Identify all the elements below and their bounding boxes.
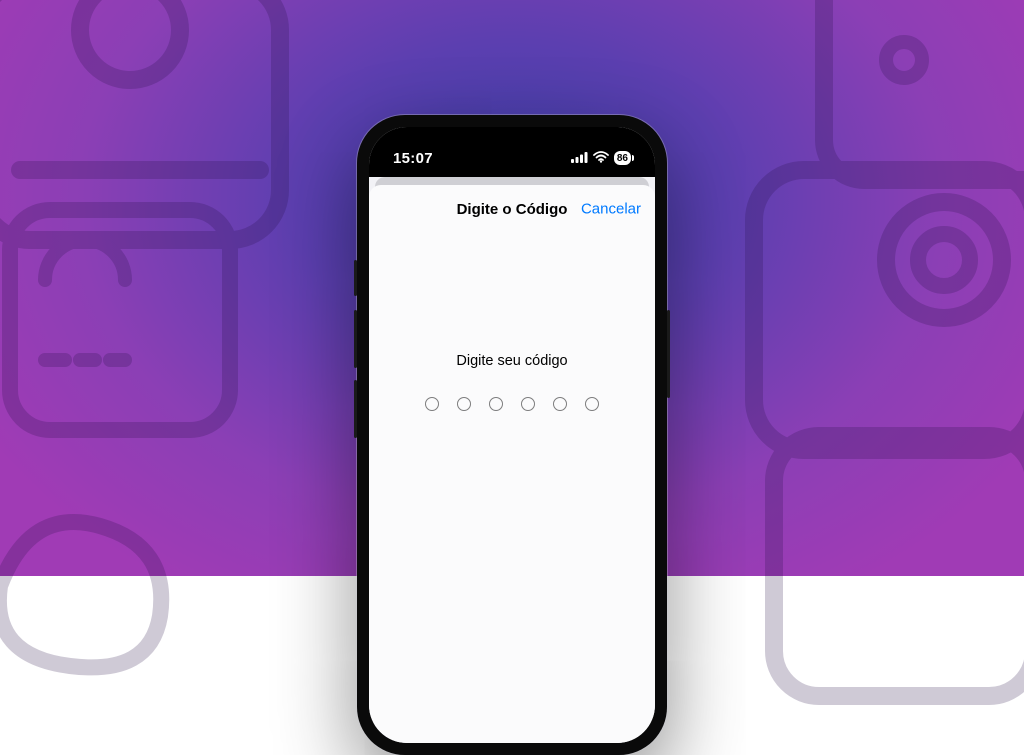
modal-title: Digite o Código — [457, 201, 568, 218]
phone-screen: 15:07 86 Digite o Código Cancelar Dig — [369, 127, 655, 743]
passcode-dot — [425, 397, 439, 411]
phone-volume-up-button — [354, 310, 357, 368]
modal-header: Digite o Código Cancelar — [369, 185, 655, 233]
phone-volume-down-button — [354, 380, 357, 438]
phone-mute-switch — [354, 260, 357, 296]
decorative-corner-icon — [804, 0, 1024, 200]
passcode-dot — [457, 397, 471, 411]
passcode-dot — [521, 397, 535, 411]
phone-device-frame: 15:07 86 Digite o Código Cancelar Dig — [357, 115, 667, 755]
passcode-dot — [585, 397, 599, 411]
cellular-signal-icon — [571, 150, 588, 167]
status-right-cluster: 86 — [571, 150, 631, 167]
decorative-blob-icon — [0, 436, 220, 696]
passcode-dot — [489, 397, 503, 411]
decorative-square-icon — [0, 190, 250, 450]
cancel-button[interactable]: Cancelar — [581, 201, 641, 218]
battery-level-text: 86 — [617, 153, 628, 164]
passcode-dot — [553, 397, 567, 411]
dynamic-island — [462, 137, 562, 166]
wifi-icon — [593, 150, 609, 167]
phone-power-button — [667, 310, 670, 398]
status-time: 15:07 — [393, 150, 433, 167]
passcode-entry-area: Digite seu código — [369, 353, 655, 411]
passcode-dots-row[interactable] — [369, 397, 655, 411]
battery-indicator: 86 — [614, 151, 631, 165]
decorative-bottom-icon — [754, 416, 1024, 716]
passcode-prompt-text: Digite seu código — [369, 353, 655, 369]
passcode-modal-sheet: Digite o Código Cancelar Digite seu códi… — [369, 185, 655, 743]
